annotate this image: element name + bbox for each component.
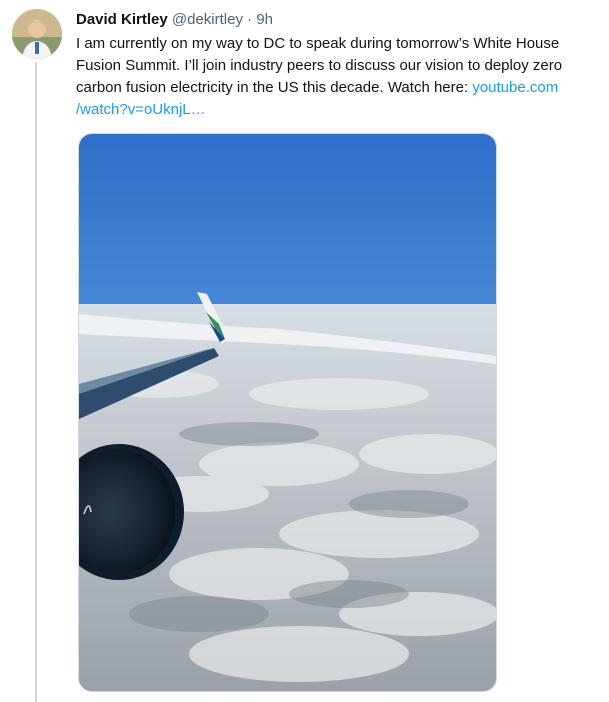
- tweet-text-segment: carbon fusion electricity in the US this…: [76, 79, 473, 96]
- tweet-text-line: Fusion Summit. I’ll join industry peers …: [76, 57, 563, 74]
- header-separator: ·: [247, 11, 253, 28]
- avatar[interactable]: [12, 9, 62, 59]
- tweet-header: David Kirtley @dekirtley · 9h: [76, 10, 273, 30]
- airplane-wing-photo: [79, 134, 496, 691]
- thread-connector-line: [35, 62, 37, 702]
- tweet-text: I am currently on my way to DC to speak …: [76, 33, 609, 121]
- avatar-image: [12, 9, 62, 59]
- tweet-timestamp[interactable]: 9h: [256, 11, 273, 28]
- youtube-link[interactable]: youtube.com: [472, 79, 558, 96]
- tweet-text-line: carbon fusion electricity in the US this…: [76, 77, 609, 99]
- tweet-text-line: I am currently on my way to DC to speak …: [76, 35, 560, 52]
- author-handle[interactable]: @dekirtley: [172, 11, 243, 28]
- tweet-photo[interactable]: [78, 133, 497, 692]
- youtube-link-continued[interactable]: /watch?v=oUknjL…: [76, 101, 206, 118]
- author-name[interactable]: David Kirtley: [76, 11, 168, 28]
